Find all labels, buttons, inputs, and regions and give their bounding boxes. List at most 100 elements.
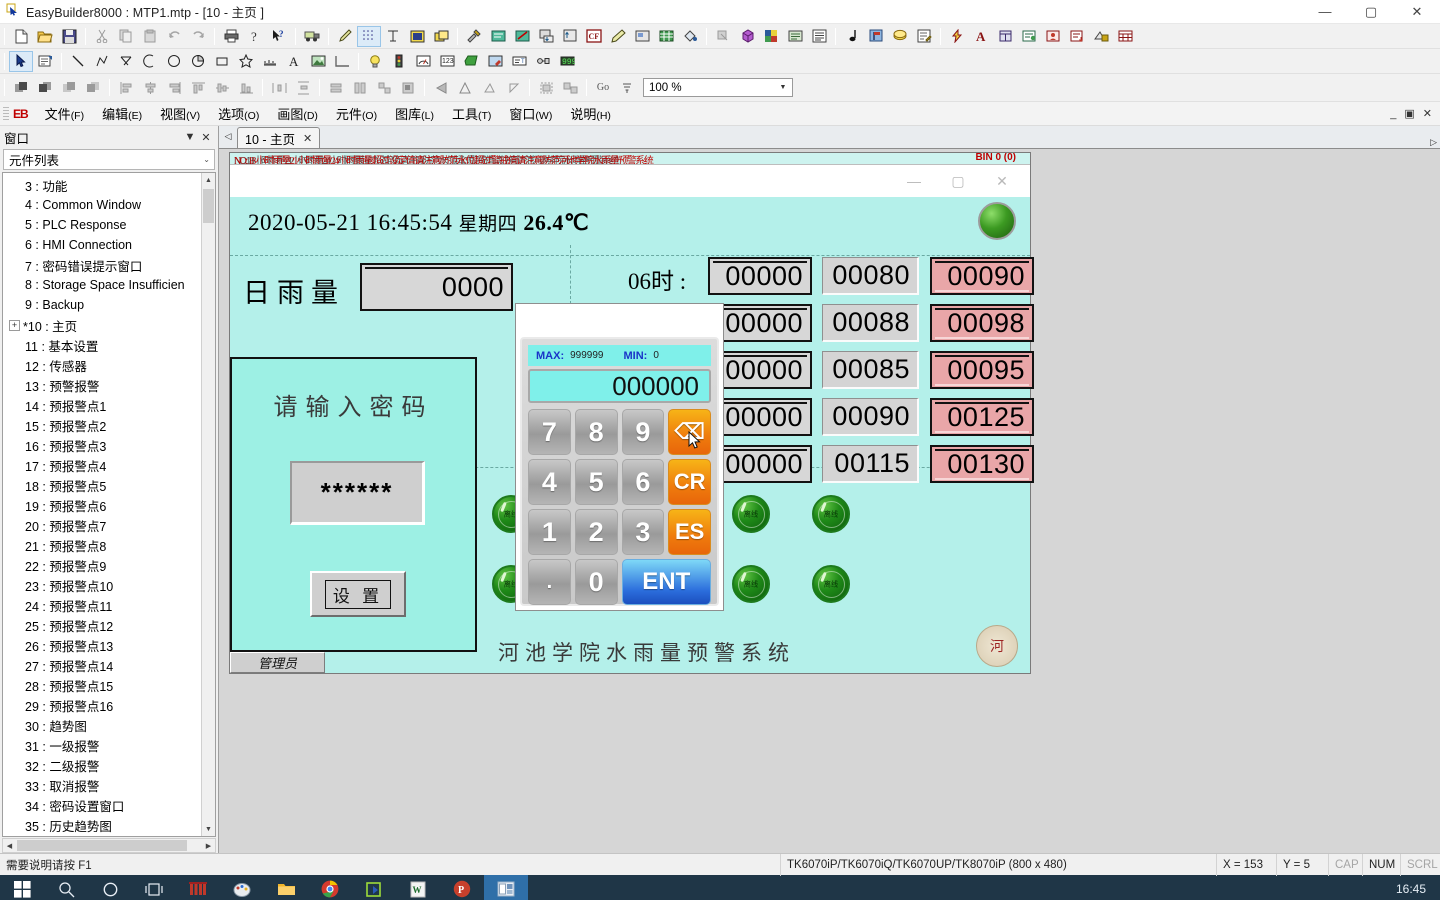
tree-item[interactable]: ⌐20 : 预报警点7: [3, 515, 201, 535]
paint-bucket-icon[interactable]: [678, 26, 702, 47]
text-tool-icon[interactable]: A: [282, 51, 306, 72]
shape-library-icon[interactable]: [1089, 26, 1113, 47]
tree-item[interactable]: ⌐5 : PLC Response: [3, 215, 201, 235]
panel-close-icon[interactable]: ✕: [198, 131, 214, 144]
tree-item[interactable]: ⌐19 : 预报警点6: [3, 495, 201, 515]
keypad-key-backspace[interactable]: ⌫: [668, 409, 711, 455]
layers-icon[interactable]: [888, 26, 912, 47]
start-button[interactable]: [0, 875, 44, 900]
polyline-tool-icon[interactable]: [90, 51, 114, 72]
menu-file[interactable]: 文件(F): [36, 101, 93, 126]
tree-item[interactable]: ⌐11 : 基本设置: [3, 335, 201, 355]
macro-icon[interactable]: [945, 26, 969, 47]
tree-item[interactable]: ⌐17 : 预报警点4: [3, 455, 201, 475]
menu-edit[interactable]: 编辑(E): [93, 101, 151, 126]
database-icon[interactable]: [993, 26, 1017, 47]
password-set-button[interactable]: 设 置: [310, 571, 406, 617]
keypad-key-1[interactable]: 1: [528, 509, 571, 555]
tree-item[interactable]: ⌐14 : 预报警点1: [3, 395, 201, 415]
document-list-icon[interactable]: [807, 26, 831, 47]
keypad-key-cr[interactable]: CR: [668, 459, 711, 505]
station-lamp[interactable]: 离线: [732, 495, 770, 533]
taskbar-clock[interactable]: 16:45: [1396, 882, 1440, 896]
tree-item[interactable]: + *10 : 主页: [3, 315, 201, 335]
tree-item[interactable]: ⌐29 : 预报警点16: [3, 695, 201, 715]
tab-scroll-right-icon[interactable]: ▷: [1430, 137, 1437, 148]
mdi-close-button[interactable]: ✕: [1423, 107, 1432, 120]
keypad-key-3[interactable]: 3: [621, 509, 665, 555]
hmi-screen[interactable]: 2020-05-21 16:45:54 星期四 26.4℃ 日雨量 0000 0…: [230, 197, 1034, 673]
edit-pen-icon[interactable]: [606, 26, 630, 47]
tree-vertical-scrollbar[interactable]: ▲ ▼: [201, 173, 215, 836]
hmi-maximize-button[interactable]: ▢: [936, 166, 980, 196]
daily-rain-value[interactable]: 0000: [360, 263, 513, 311]
decompile-icon[interactable]: [510, 26, 534, 47]
hscroll-thumb[interactable]: [17, 840, 187, 851]
tree-item[interactable]: ⌐26 : 预报警点13: [3, 635, 201, 655]
help-icon[interactable]: ?: [243, 26, 267, 47]
tree-item[interactable]: ⌐22 : 预报警点9: [3, 555, 201, 575]
window-close-button[interactable]: ✕: [1394, 0, 1440, 24]
screenshot-icon[interactable]: [630, 26, 654, 47]
menu-objects[interactable]: 元件(O): [327, 101, 386, 126]
window-minimize-button[interactable]: —: [1302, 0, 1348, 24]
tree-item[interactable]: ⌐27 : 预报警点14: [3, 655, 201, 675]
calendar-table-icon[interactable]: [1113, 26, 1137, 47]
tree-item[interactable]: ⌐30 : 趋势图: [3, 715, 201, 735]
chrome-icon[interactable]: [308, 875, 352, 900]
keypad-key-es[interactable]: ES: [668, 509, 711, 555]
alarm-value-3[interactable]: 00125: [930, 398, 1034, 436]
panel-menu-icon[interactable]: ▼: [182, 131, 198, 143]
tab-main-page[interactable]: 10 - 主页 ✕: [237, 127, 321, 148]
scroll-thumb[interactable]: [203, 189, 214, 223]
snap-icon[interactable]: [381, 26, 405, 47]
alarm-value-0[interactable]: 00090: [930, 257, 1034, 295]
upload-icon[interactable]: [558, 26, 582, 47]
tree-item[interactable]: ⌐9 : Backup: [3, 295, 201, 315]
cube-icon[interactable]: [735, 26, 759, 47]
hmi-minimize-button[interactable]: —: [892, 166, 936, 196]
zoom-level-select[interactable]: 100 % ▼: [643, 78, 793, 97]
slider-icon[interactable]: [531, 51, 555, 72]
chevron-down-icon[interactable]: ▼: [775, 79, 791, 96]
list-icon[interactable]: [783, 26, 807, 47]
shape-green-icon[interactable]: [459, 51, 483, 72]
pie-tool-icon[interactable]: [186, 51, 210, 72]
station-lamp[interactable]: 离线: [812, 495, 850, 533]
text-field-icon[interactable]: T: [507, 51, 531, 72]
seven-segment-icon[interactable]: 999: [555, 51, 579, 72]
context-help-icon[interactable]: ?: [267, 26, 291, 47]
flag-window-icon[interactable]: [864, 26, 888, 47]
app-green-icon[interactable]: [352, 875, 396, 900]
keypad-key-4[interactable]: 4: [528, 459, 571, 505]
easybuilder-taskbar-icon[interactable]: [484, 875, 528, 900]
arc-tool-icon[interactable]: [138, 51, 162, 72]
meter-icon[interactable]: [411, 51, 435, 72]
tree-item[interactable]: ⌐31 : 一级报警: [3, 735, 201, 755]
keypad-key-8[interactable]: 8: [574, 409, 618, 455]
tree-item[interactable]: ⌐34 : 密码设置窗口: [3, 795, 201, 815]
grid-toggle-icon[interactable]: [357, 25, 381, 47]
menu-tools[interactable]: 工具(T): [443, 101, 500, 126]
tree-item[interactable]: ⌐8 : Storage Space Insufficien: [3, 275, 201, 295]
keypad-key-ent[interactable]: ENT: [621, 559, 711, 605]
frame-tool-icon[interactable]: [330, 51, 354, 72]
station-lamp[interactable]: 离线: [812, 565, 850, 603]
scroll-down-icon[interactable]: ▼: [202, 822, 215, 836]
cf-card-icon[interactable]: CF: [582, 26, 606, 47]
keypad-key-9[interactable]: 9: [621, 409, 665, 455]
scale-tool-icon[interactable]: [258, 51, 282, 72]
table-icon[interactable]: [654, 26, 678, 47]
tree-item[interactable]: ⌐7 : 密码错误提示窗口: [3, 255, 201, 275]
window-maximize-button[interactable]: ▢: [1348, 0, 1394, 24]
select-tool-icon[interactable]: [9, 50, 33, 72]
current-value-0[interactable]: 00000: [708, 257, 812, 295]
file-explorer-icon[interactable]: [264, 875, 308, 900]
task-view-icon[interactable]: [132, 875, 176, 900]
warn-value-4[interactable]: 00115: [822, 445, 919, 483]
window-tree[interactable]: ⌐3 : 功能⌐4 : Common Window⌐5 : PLC Respon…: [2, 172, 216, 837]
menu-draw[interactable]: 画图(D): [268, 101, 327, 126]
scroll-right-icon[interactable]: ▶: [202, 842, 215, 850]
tree-item[interactable]: ⌐21 : 预报警点8: [3, 535, 201, 555]
mdi-minimize-button[interactable]: _: [1390, 108, 1396, 120]
